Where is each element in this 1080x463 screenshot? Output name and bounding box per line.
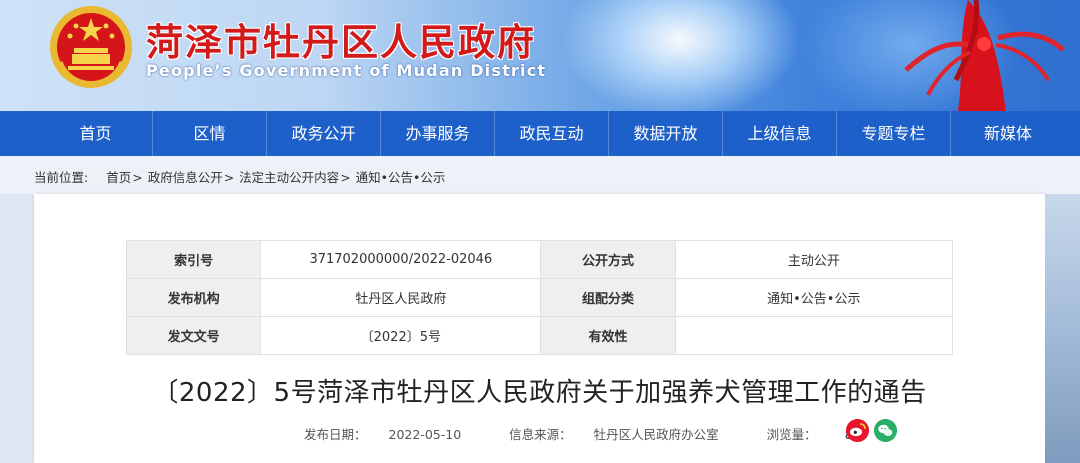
meta-value-index: 371702000000/2022-02046 <box>260 240 542 279</box>
breadcrumb-link-gov-info[interactable]: 政府信息公开 <box>148 170 223 185</box>
meta-value-category: 通知•公告•公示 <box>674 278 954 317</box>
breadcrumb-bar: 当前位置: 首页> 政府信息公开> 法定主动公开内容> 通知•公告•公示 <box>0 156 1080 194</box>
main-nav-list: 首页 区情 政务公开 办事服务 政民互动 数据开放 上级信息 专题专栏 新媒体 <box>39 111 1067 156</box>
meta-key-disclosure: 公开方式 <box>540 240 676 279</box>
wechat-icon[interactable] <box>874 419 897 442</box>
document-meta-table: 索引号 371702000000/2022-02046 公开方式 主动公开 发布… <box>125 240 954 355</box>
nav-item-interaction[interactable]: 政民互动 <box>495 111 609 156</box>
breadcrumb-link-notices[interactable]: 通知•公告•公示 <box>356 170 446 185</box>
table-row: 发文文号 〔2022〕5号 有效性 <box>125 316 954 355</box>
breadcrumb-label: 当前位置: <box>34 170 89 185</box>
nav-item-services[interactable]: 办事服务 <box>381 111 495 156</box>
red-ribbon-sculpture <box>904 0 1065 111</box>
article-title: 〔2022〕5号菏泽市牡丹区人民政府关于加强养犬管理工作的通告 <box>152 378 927 408</box>
breadcrumb-link-statutory[interactable]: 法定主动公开内容 <box>239 170 339 185</box>
content-card: 索引号 371702000000/2022-02046 公开方式 主动公开 发布… <box>34 194 1045 463</box>
header-banner: 菏泽市牡丹区人民政府 People’s Government of Mudan … <box>0 0 1080 111</box>
meta-key-index: 索引号 <box>125 240 262 279</box>
nav-item-special-topics[interactable]: 专题专栏 <box>837 111 951 156</box>
site-subtitle: People’s Government of Mudan District <box>146 61 547 80</box>
table-row: 发布机构 牡丹区人民政府 组配分类 通知•公告•公示 <box>125 278 954 317</box>
main-nav: 首页 区情 政务公开 办事服务 政民互动 数据开放 上级信息 专题专栏 新媒体 <box>0 111 1080 156</box>
breadcrumb-link-home[interactable]: 首页 <box>106 170 131 185</box>
article-info: 发布日期：2022-05-10 信息来源：牡丹区人民政府办公室 浏览量：81 <box>304 424 905 443</box>
nav-item-superior-info[interactable]: 上级信息 <box>723 111 837 156</box>
national-emblem-icon <box>50 6 132 88</box>
nav-item-gov-affairs[interactable]: 政务公开 <box>267 111 381 156</box>
site-title: 菏泽市牡丹区人民政府 <box>146 20 536 64</box>
meta-value-disclosure: 主动公开 <box>674 240 954 279</box>
scenic-background-edge <box>1045 194 1080 463</box>
publish-date: 发布日期： 2022-05-10 <box>304 427 462 442</box>
nav-item-new-media[interactable]: 新媒体 <box>951 111 1065 156</box>
nav-item-open-data[interactable]: 数据开放 <box>609 111 723 156</box>
meta-value-doc-number: 〔2022〕5号 <box>260 316 542 355</box>
meta-key-doc-number: 发文文号 <box>125 316 262 355</box>
breadcrumb: 当前位置: 首页> 政府信息公开> 法定主动公开内容> 通知•公告•公示 <box>34 170 446 185</box>
meta-value-publisher: 牡丹区人民政府 <box>260 278 542 317</box>
table-row: 索引号 371702000000/2022-02046 公开方式 主动公开 <box>125 240 954 279</box>
nav-item-home[interactable]: 首页 <box>39 111 153 156</box>
weibo-icon[interactable] <box>846 419 869 442</box>
banner-flower-decoration <box>560 0 800 111</box>
nav-item-district-info[interactable]: 区情 <box>153 111 267 156</box>
meta-value-validity <box>674 316 954 355</box>
meta-key-category: 组配分类 <box>540 278 676 317</box>
meta-key-publisher: 发布机构 <box>125 278 262 317</box>
meta-key-validity: 有效性 <box>540 316 676 355</box>
info-source: 信息来源： 牡丹区人民政府办公室 <box>509 427 719 442</box>
